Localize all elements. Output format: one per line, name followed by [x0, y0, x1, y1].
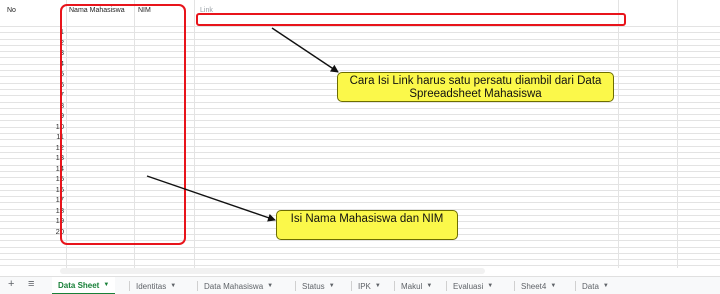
tab-separator — [446, 281, 447, 291]
tab-separator — [129, 281, 130, 291]
dropdown-caret-icon[interactable]: ▼ — [103, 282, 109, 288]
sheet-tab[interactable]: Data Sheet ▼ — [52, 277, 116, 294]
sheet-tab-label: Data — [582, 281, 599, 291]
sheet-tab[interactable]: Evaluasi ▼ — [447, 277, 499, 294]
dropdown-caret-icon[interactable]: ▼ — [487, 283, 493, 289]
dropdown-caret-icon[interactable]: ▼ — [329, 283, 335, 289]
column-gridline — [677, 0, 678, 268]
dropdown-caret-icon[interactable]: ▼ — [603, 283, 609, 289]
column-gridline — [618, 0, 619, 268]
tab-separator — [295, 281, 296, 291]
column-gridline — [194, 0, 195, 268]
sheet-tab[interactable]: Data ▼ — [576, 277, 615, 294]
row-gridline — [0, 259, 720, 260]
tab-separator — [394, 281, 395, 291]
sheet-tab-label: Status — [302, 281, 325, 291]
dropdown-caret-icon[interactable]: ▼ — [426, 283, 432, 289]
sheet-tab[interactable]: Sheet4 ▼ — [515, 277, 562, 294]
sheet-tab-label: Identitas — [136, 281, 167, 291]
tab-separator — [514, 281, 515, 291]
dropdown-caret-icon[interactable]: ▼ — [170, 283, 176, 289]
sheet-tab-label: IPK — [358, 281, 371, 291]
row-gridline — [0, 265, 720, 266]
sheet-tab[interactable]: IPK ▼ — [352, 277, 387, 294]
header-no[interactable]: No — [7, 7, 16, 14]
sheet-tab[interactable]: Status ▼ — [296, 277, 341, 294]
row-gridline — [0, 253, 720, 254]
name-instruction-callout: Isi Nama Mahasiswa dan NIM — [276, 210, 458, 240]
sheet-tab[interactable]: Makul ▼ — [395, 277, 438, 294]
sheet-tab-bar: + ≡ Data Sheet ▼ Identitas ▼ Data Mahasiswa ▼… — [0, 276, 720, 294]
link-highlight-box — [196, 13, 626, 26]
link-instruction-callout: Cara Isi Link harus satu persatu diambil… — [337, 72, 614, 102]
dropdown-caret-icon[interactable]: ▼ — [375, 283, 381, 289]
sheet-tab-label: Data Sheet — [58, 280, 100, 290]
sheet-tab-label: Makul — [401, 281, 423, 291]
plus-icon[interactable]: + — [8, 278, 14, 290]
name-nim-highlight-box — [60, 4, 186, 245]
dropdown-caret-icon[interactable]: ▼ — [267, 283, 273, 289]
row-gridline — [0, 247, 720, 248]
sheet-tab-label: Sheet4 — [521, 281, 547, 291]
tab-separator — [351, 281, 352, 291]
sheet-tab-label: Data Mahasiswa — [204, 281, 264, 291]
sheet-tab-label: Evaluasi — [453, 281, 484, 291]
list-icon[interactable]: ≡ — [28, 278, 34, 290]
sheet-tab[interactable]: Data Mahasiswa ▼ — [198, 277, 279, 294]
horizontal-scrollbar[interactable] — [60, 268, 485, 274]
dropdown-caret-icon[interactable]: ▼ — [550, 283, 556, 289]
tab-separator — [575, 281, 576, 291]
tab-separator — [197, 281, 198, 291]
sheet-tab[interactable]: Identitas ▼ — [130, 277, 182, 294]
